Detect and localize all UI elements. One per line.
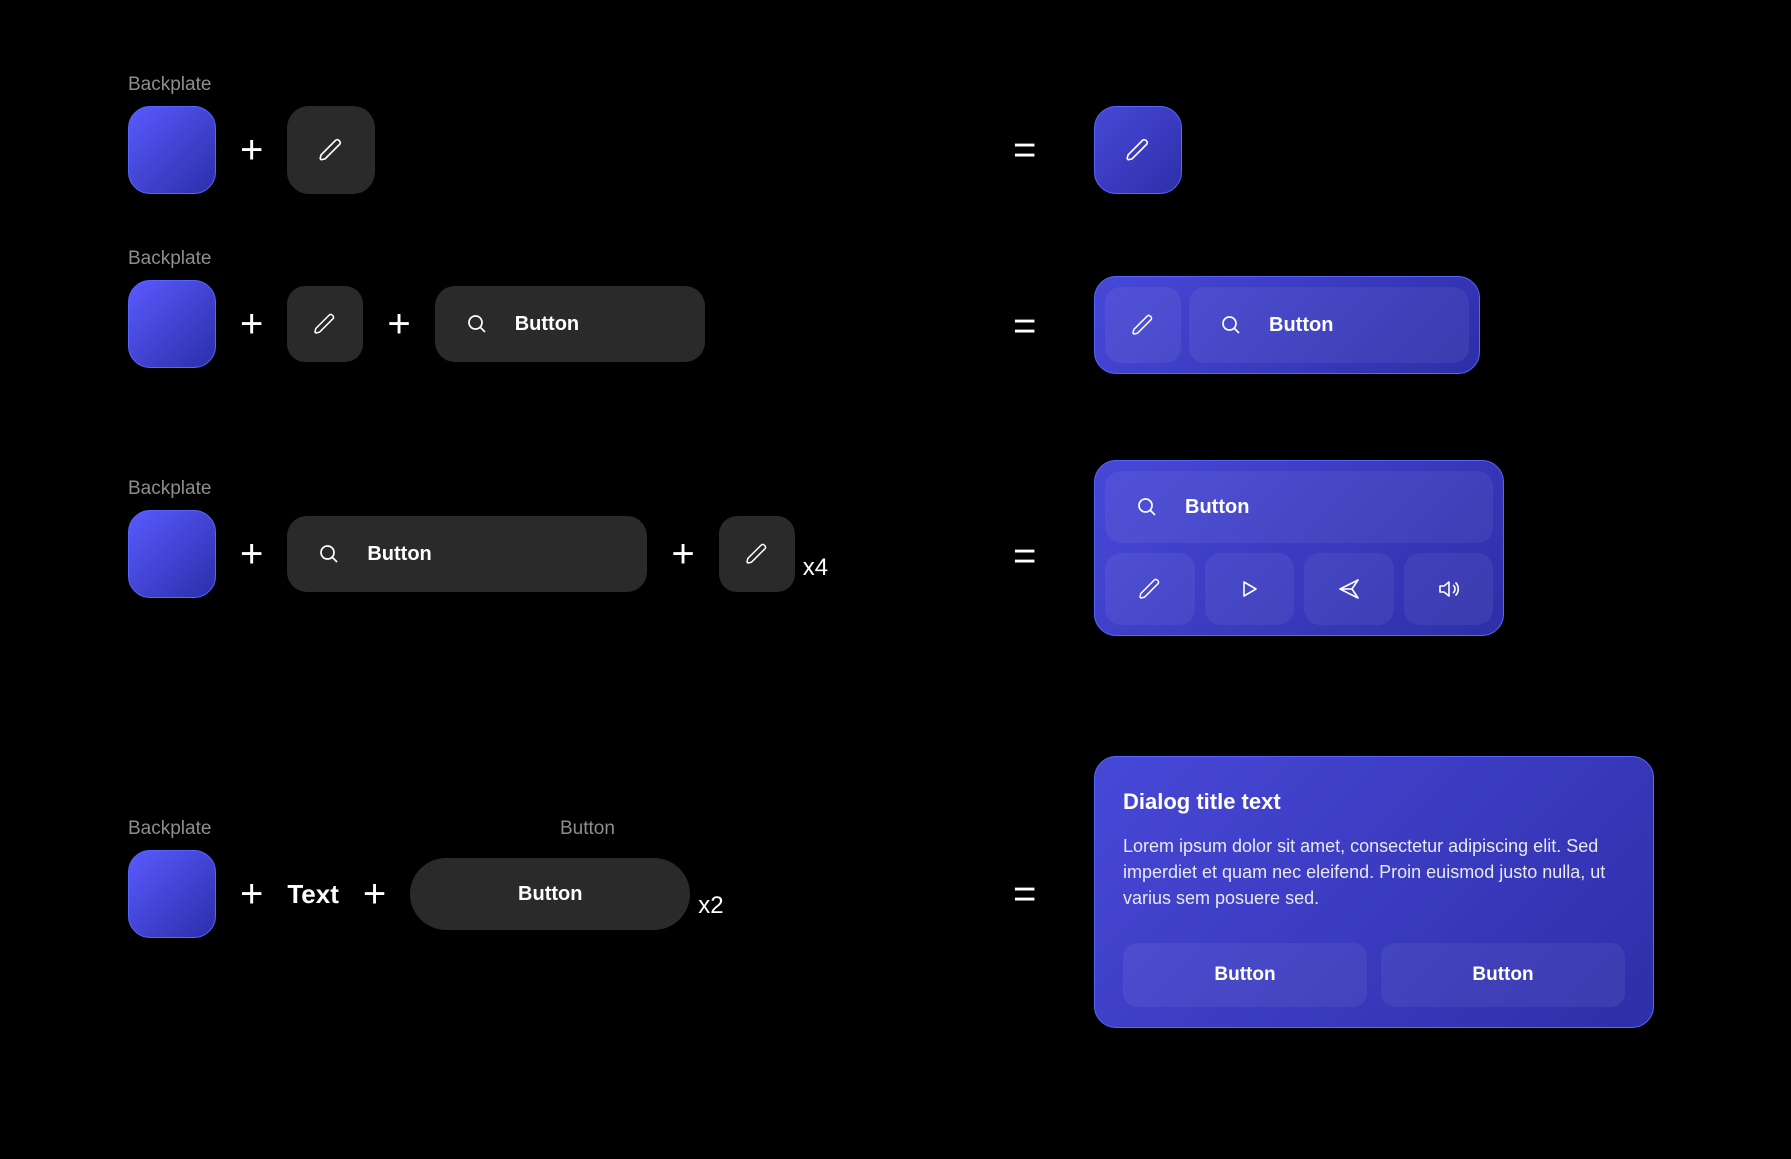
equals-op-3: =	[1013, 534, 1036, 579]
pencil-icon	[318, 137, 344, 163]
play-icon	[1237, 577, 1261, 601]
plus-op: +	[240, 872, 263, 917]
result-dialog: Dialog title text Lorem ipsum dolor sit …	[1094, 756, 1654, 1028]
row-2-left: + + Button	[128, 280, 705, 368]
ghost-pencil-button[interactable]	[287, 106, 375, 194]
plus-op: +	[240, 302, 263, 347]
result-icon-row	[1105, 553, 1493, 625]
send-icon	[1337, 577, 1361, 601]
result-send-button[interactable]	[1304, 553, 1394, 625]
result-search-button[interactable]: Button	[1189, 287, 1469, 363]
row-3-left: + Button + x4	[128, 510, 828, 598]
search-icon	[1219, 313, 1243, 337]
text-chip: Text	[287, 879, 339, 910]
result-speaker-button[interactable]	[1404, 553, 1494, 625]
search-icon	[317, 542, 341, 566]
ghost-text-button[interactable]: Button	[410, 858, 690, 930]
result-grid-3: Button	[1094, 460, 1504, 636]
result-search-button[interactable]: Button	[1105, 471, 1493, 543]
pencil-icon	[1125, 137, 1151, 163]
plus-op: +	[363, 872, 386, 917]
backplate-label-1: Backplate	[128, 74, 211, 96]
result-pencil-button[interactable]	[1094, 106, 1182, 194]
backplate-swatch	[128, 280, 216, 368]
ghost-search-button[interactable]: Button	[287, 516, 647, 592]
plus-op: +	[671, 532, 694, 577]
diagram-canvas: Backplate + = Backplate + + Button	[0, 0, 1791, 1159]
dialog-button-1[interactable]: Button	[1123, 943, 1367, 1007]
dialog-actions: Button Button	[1123, 943, 1625, 1007]
row-1-left: +	[128, 106, 375, 194]
equals-op-2: =	[1013, 304, 1036, 349]
multiplier-x2: x2	[698, 892, 723, 920]
pencil-icon	[1131, 313, 1155, 337]
search-icon	[1135, 495, 1159, 519]
equals-op-4: =	[1013, 872, 1036, 917]
speaker-icon	[1435, 577, 1461, 601]
button-label: Button	[367, 543, 431, 566]
result-play-button[interactable]	[1205, 553, 1295, 625]
backplate-swatch	[128, 850, 216, 938]
ghost-search-button[interactable]: Button	[435, 286, 705, 362]
pencil-icon	[745, 542, 769, 566]
pencil-icon	[1138, 577, 1162, 601]
button-label: Button	[518, 883, 582, 906]
button-label: Button	[1214, 964, 1275, 986]
dialog-button-2[interactable]: Button	[1381, 943, 1625, 1007]
plus-op: +	[387, 302, 410, 347]
plus-op: +	[240, 532, 263, 577]
result-pencil-button[interactable]	[1105, 553, 1195, 625]
backplate-label-2: Backplate	[128, 248, 211, 270]
button-label: Button	[1185, 496, 1249, 519]
equals-op-1: =	[1013, 128, 1036, 173]
plus-op: +	[240, 128, 263, 173]
button-label: Button	[1269, 314, 1333, 337]
result-pencil-button[interactable]	[1105, 287, 1181, 363]
dialog-title: Dialog title text	[1123, 789, 1625, 815]
search-icon	[465, 312, 489, 336]
ghost-pencil-button[interactable]	[719, 516, 795, 592]
backplate-swatch	[128, 510, 216, 598]
button-label: Button	[515, 313, 579, 336]
backplate-label-3: Backplate	[128, 478, 211, 500]
row-4-left: + Text + Button x2	[128, 850, 724, 938]
button-label-small: Button	[560, 818, 615, 840]
backplate-swatch	[128, 106, 216, 194]
backplate-label-4: Backplate	[128, 818, 211, 840]
pencil-icon	[313, 312, 337, 336]
multiplier-x4: x4	[803, 554, 828, 582]
button-label: Button	[1472, 964, 1533, 986]
result-bar-2: Button	[1094, 276, 1480, 374]
ghost-pencil-button[interactable]	[287, 286, 363, 362]
dialog-body: Lorem ipsum dolor sit amet, consectetur …	[1123, 833, 1625, 911]
